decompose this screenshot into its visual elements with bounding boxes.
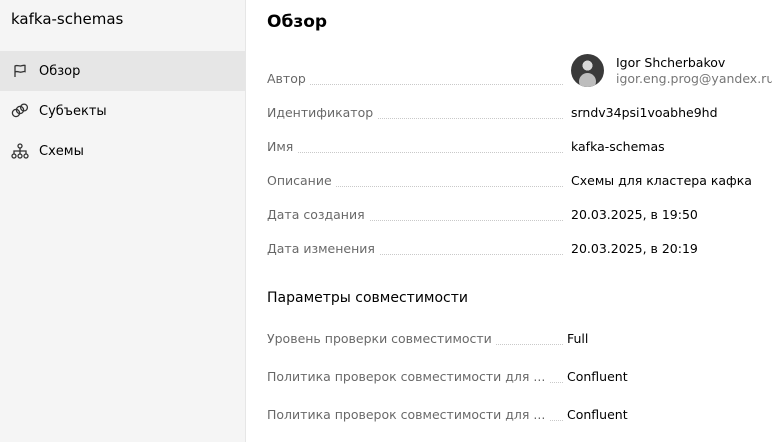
- field-value: 20.03.2025, в 19:50: [571, 207, 698, 222]
- field-label: Дата создания: [267, 207, 369, 222]
- field-value: Confluent: [567, 369, 628, 384]
- field-value: Схемы для кластера кафка: [571, 173, 752, 188]
- page-title: Обзор: [267, 12, 328, 32]
- field-label: Идентификатор: [267, 105, 378, 120]
- author-email: igor.eng.prog@yandex.ru: [616, 70, 772, 86]
- dotted-leader: [267, 83, 563, 85]
- field-label: Описание: [267, 173, 336, 188]
- field-value: 20.03.2025, в 20:19: [571, 241, 698, 256]
- avatar: [571, 54, 604, 87]
- field-label: Политика проверок совместимости для ...: [267, 407, 550, 422]
- field-row-id: Идентификатор srndv34psi1voabhe9hd: [267, 103, 767, 123]
- subjects-icon: [11, 102, 29, 120]
- field-label: Имя: [267, 139, 298, 154]
- author-name: Igor Shcherbakov: [616, 54, 726, 70]
- compat-row-level: Уровень проверки совместимости Full: [267, 329, 767, 349]
- field-row-modified: Дата изменения 20.03.2025, в 20:19: [267, 239, 767, 259]
- field-label: Автор: [267, 71, 310, 86]
- sidebar-item-subjects[interactable]: Субъекты: [0, 91, 246, 131]
- field-value: Confluent: [567, 407, 628, 422]
- hierarchy-icon: [11, 142, 29, 160]
- field-row-name: Имя kafka-schemas: [267, 137, 767, 157]
- dotted-leader: [267, 151, 563, 153]
- field-value: Full: [567, 331, 589, 346]
- sidebar-item-schemas[interactable]: Схемы: [0, 131, 246, 171]
- author-block[interactable]: Igor Shcherbakov igor.eng.prog@yandex.ru: [571, 54, 772, 87]
- sidebar-item-label: Субъекты: [39, 103, 107, 119]
- field-label: Дата изменения: [267, 241, 379, 256]
- compat-row-policy-1: Политика проверок совместимости для ... …: [267, 367, 767, 387]
- app-window: kafka-schemas Обзор Субъекты Схемы Обзор…: [0, 0, 772, 442]
- field-row-created: Дата создания 20.03.2025, в 19:50: [267, 205, 767, 225]
- field-value: srndv34psi1voabhe9hd: [571, 105, 718, 120]
- author-info: Igor Shcherbakov igor.eng.prog@yandex.ru: [616, 55, 772, 87]
- sidebar-item-label: Схемы: [39, 143, 84, 159]
- compat-row-policy-2: Политика проверок совместимости для ... …: [267, 405, 767, 425]
- section-title-compatibility: Параметры совместимости: [267, 290, 469, 306]
- sidebar: kafka-schemas Обзор Субъекты Схемы: [0, 0, 246, 442]
- field-label: Уровень проверки совместимости: [267, 331, 496, 346]
- sidebar-item-overview[interactable]: Обзор: [0, 51, 246, 91]
- sidebar-item-label: Обзор: [39, 63, 81, 79]
- flag-icon: [11, 62, 29, 80]
- field-row-description: Описание Схемы для кластера кафка: [267, 171, 767, 191]
- field-label: Политика проверок совместимости для ...: [267, 369, 550, 384]
- field-value: kafka-schemas: [571, 139, 665, 154]
- sidebar-title: kafka-schemas: [11, 10, 124, 28]
- sidebar-nav: Обзор Субъекты Схемы: [0, 51, 246, 171]
